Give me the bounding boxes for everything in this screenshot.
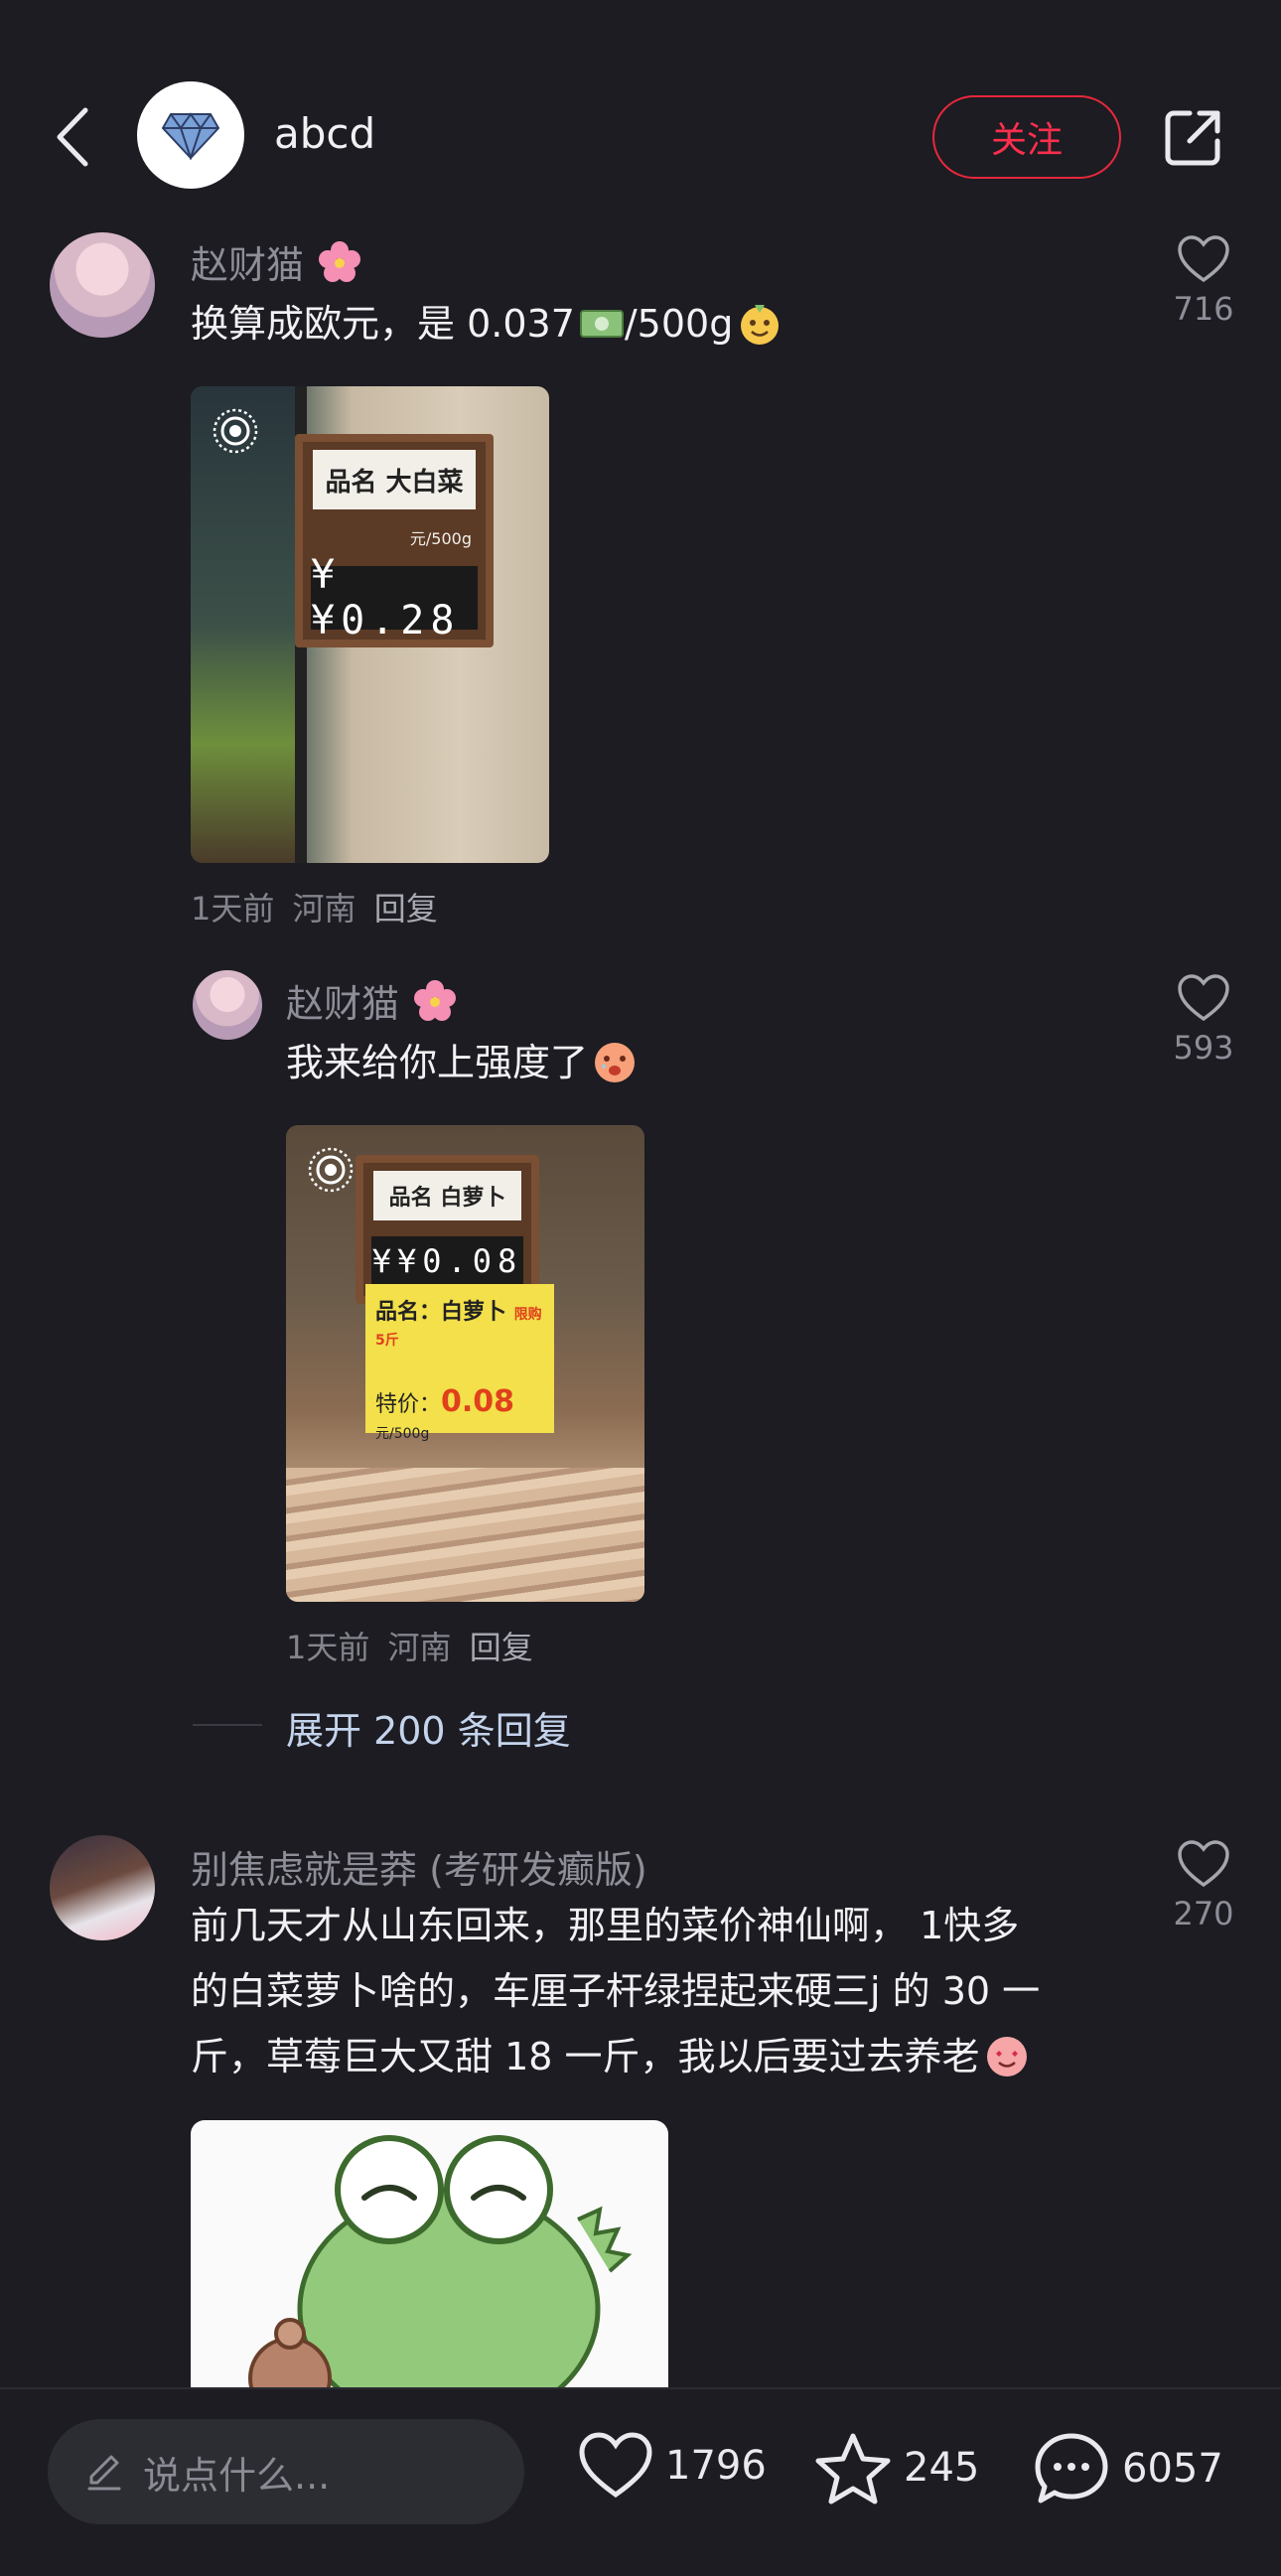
comment-photo[interactable]: 品名 大白菜 元/500g ¥¥0.28 (191, 386, 549, 863)
expand-replies-button[interactable]: 展开 200 条回复 (286, 1700, 571, 1755)
heart-icon (1178, 1840, 1229, 1888)
commenter-avatar[interactable] (50, 232, 155, 338)
comment-username[interactable]: 赵财猫 (191, 234, 363, 289)
comments-button[interactable]: 6057 (1033, 2431, 1223, 2506)
diamond-icon (161, 112, 220, 160)
comments-total: 6057 (1122, 2446, 1223, 2492)
comment-meta: 1天前 河南 回复 (191, 884, 446, 930)
heart-icon (579, 2432, 652, 2499)
reply-text-content: 我来给你上强度了 (286, 1041, 589, 1084)
like-button[interactable]: 1796 (578, 2431, 767, 2501)
comment-location: 河南 (292, 890, 356, 928)
commenter-avatar[interactable] (50, 1835, 155, 1940)
share-icon[interactable] (1162, 105, 1225, 169)
pen-icon (87, 2455, 121, 2491)
money-icon (579, 310, 624, 338)
reply-button[interactable]: 回复 (374, 890, 438, 928)
board-title: 品名 大白菜 (313, 450, 476, 509)
heart-icon (1178, 235, 1229, 283)
reply-meta: 1天前 河南 回复 (286, 1623, 541, 1668)
frog-sticker-illustration (248, 2135, 633, 2388)
comment-text-part: /500g (624, 302, 734, 346)
like-count: 270 (1173, 1895, 1234, 1932)
back-arrow-icon[interactable] (52, 104, 95, 170)
input-placeholder: 说点什么... (143, 2453, 331, 2498)
reply-photo[interactable]: 品名 白萝卜 ¥¥0.08 品名：白萝卜 限购5斤 特价：0.08 元/500g (286, 1125, 644, 1602)
comment-text-part: 换算成欧元，是 0.037 (191, 302, 575, 346)
sweat-smile-emoji-icon (741, 305, 780, 345)
chat-bubble-icon (1035, 2433, 1108, 2504)
crying-face-emoji-icon (595, 1043, 636, 1082)
favorite-button[interactable]: 245 (814, 2431, 979, 2504)
comment-text-line: 的白菜萝卜啥的，车厘子杆绿捏起来硬三j 的 30 一 (191, 1969, 1041, 2013)
star-icon (815, 2433, 891, 2504)
radish-pile (286, 1468, 644, 1602)
author-name[interactable]: abcd (274, 109, 375, 158)
top-bar: abcd 关注 (0, 70, 1281, 204)
author-avatar[interactable] (137, 81, 244, 189)
username-text: 赵财猫 (286, 982, 400, 1026)
sign-product-name: 品名：白萝卜 (375, 1300, 507, 1325)
reply-username[interactable]: 赵财猫 (286, 973, 459, 1028)
price-sign: 品名：白萝卜 限购5斤 特价：0.08 元/500g (365, 1284, 554, 1442)
comment-screen: abcd 关注 赵财猫 换算成欧元，是 0.037/500g 716 品名 大白… (0, 0, 1281, 2576)
reply-like[interactable]: 593 (1149, 973, 1258, 1067)
username-text: 赵财猫 (191, 243, 305, 287)
cherry-blossom-icon (319, 241, 361, 282)
reply-location: 河南 (387, 1629, 452, 1666)
sign-product: 品名：白萝卜 限购5斤 (375, 1294, 544, 1351)
sign-price-label: 特价： (375, 1392, 442, 1417)
live-photo-icon (308, 1147, 354, 1193)
bottom-action-bar: 说点什么... 1796 245 6057 (0, 2387, 1281, 2576)
comment-text-line: 斤，草莓巨大又甜 18 一斤，我以后要过去养老 (191, 2024, 1030, 2089)
smiling-hearts-emoji-icon (986, 2037, 1027, 2076)
reply-text: 我来给你上强度了 (286, 1030, 638, 1095)
board-unit: 元/500g (409, 529, 472, 548)
reply-button[interactable]: 回复 (470, 1629, 533, 1666)
sign-unit: 元/500g (375, 1426, 430, 1442)
comment-input[interactable]: 说点什么... (48, 2419, 524, 2524)
price-board: 品名 白萝卜 ¥¥0.08 (356, 1155, 539, 1304)
heart-icon (1178, 974, 1229, 1022)
comment-text-line: 前几天才从山东回来，那里的菜价神仙啊， 1快多 (191, 1904, 1020, 1947)
like-count: 716 (1173, 290, 1234, 328)
reply-time: 1天前 (286, 1629, 370, 1666)
like-count: 593 (1173, 1029, 1234, 1067)
price-board: 品名 大白菜 元/500g ¥¥0.28 (295, 434, 494, 647)
board-price: ¥¥0.08 (371, 1236, 523, 1286)
like-total: 1796 (665, 2443, 767, 2489)
comment-text-content: 斤，草莓巨大又甜 18 一斤，我以后要过去养老 (191, 2035, 980, 2078)
comment-time: 1天前 (191, 890, 275, 928)
comment-like[interactable]: 716 (1149, 234, 1258, 328)
board-title: 品名 白萝卜 (373, 1171, 521, 1220)
sign-price-row: 特价：0.08 元/500g (375, 1384, 544, 1444)
comment-like[interactable]: 270 (1149, 1839, 1258, 1932)
favorite-total: 245 (904, 2445, 980, 2491)
reply-avatar[interactable] (193, 970, 262, 1040)
expand-divider (193, 1724, 262, 1726)
board-price: ¥¥0.28 (311, 552, 478, 644)
follow-button[interactable]: 关注 (932, 95, 1121, 179)
cherry-blossom-icon (414, 980, 457, 1021)
market-background (191, 386, 305, 863)
comment-text: 换算成欧元，是 0.037/500g (191, 291, 783, 357)
live-photo-icon (213, 408, 258, 454)
sign-price: 0.08 (441, 1384, 515, 1419)
sticker-image[interactable] (191, 2120, 668, 2388)
comment-username[interactable]: 别焦虑就是莽 (考研发癫版) (191, 1839, 647, 1894)
